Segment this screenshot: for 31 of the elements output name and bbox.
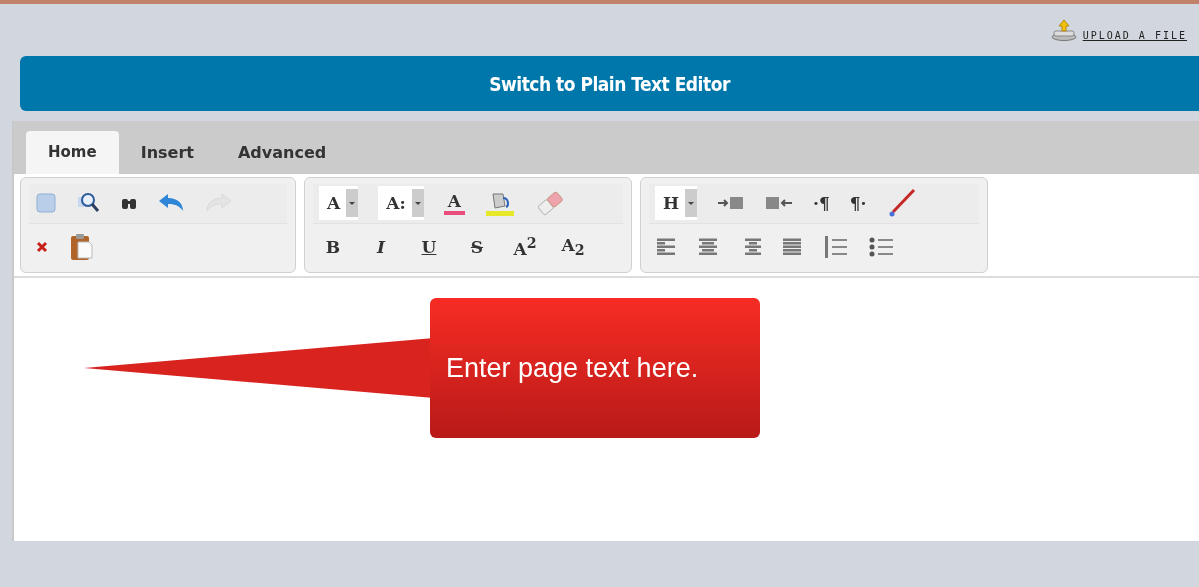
heading-dropdown[interactable]: H xyxy=(655,186,698,221)
right-to-left-button[interactable]: ¶· xyxy=(849,193,867,214)
delete-icon[interactable] xyxy=(35,239,49,254)
binoculars-icon[interactable] xyxy=(121,196,137,211)
tab[interactable]: Insert xyxy=(118,131,216,174)
indent-icon[interactable] xyxy=(717,195,746,212)
italic-button[interactable]: I xyxy=(367,236,395,257)
upload-link[interactable]: UPLOAD A FILE xyxy=(1050,19,1187,41)
switch-editor-button[interactable]: Switch to Plain Text Editor xyxy=(20,56,1199,111)
strikethrough-button[interactable]: S xyxy=(463,236,491,257)
upload-icon xyxy=(1050,19,1077,41)
align-justify-icon[interactable] xyxy=(781,236,803,257)
numbered-list-icon[interactable] xyxy=(823,234,849,259)
underline-button[interactable]: U xyxy=(415,236,443,257)
search-icon[interactable] xyxy=(77,192,101,215)
tab[interactable]: Advanced xyxy=(215,131,349,174)
align-left-icon[interactable] xyxy=(655,236,677,257)
paint-bucket-icon[interactable] xyxy=(484,190,515,217)
bold-button[interactable]: B xyxy=(319,236,347,257)
left-to-right-button[interactable]: ·¶ xyxy=(813,193,830,214)
callout-bubble: Enter page text here. xyxy=(430,298,760,438)
align-center-icon[interactable] xyxy=(697,236,719,257)
font-size-dropdown[interactable]: A: xyxy=(378,186,424,221)
font-color-button[interactable]: A xyxy=(443,191,465,216)
superscript-button[interactable]: A$^{2}$ xyxy=(511,234,539,259)
tab[interactable]: Home xyxy=(26,131,119,174)
outdent-icon[interactable] xyxy=(765,195,794,212)
editor-area[interactable]: Enter page text here. xyxy=(14,278,1199,568)
subscript-button[interactable]: A$_{2}$ xyxy=(559,235,587,259)
font-dropdown[interactable]: A xyxy=(319,186,359,221)
clipboard-icon[interactable] xyxy=(69,232,93,261)
